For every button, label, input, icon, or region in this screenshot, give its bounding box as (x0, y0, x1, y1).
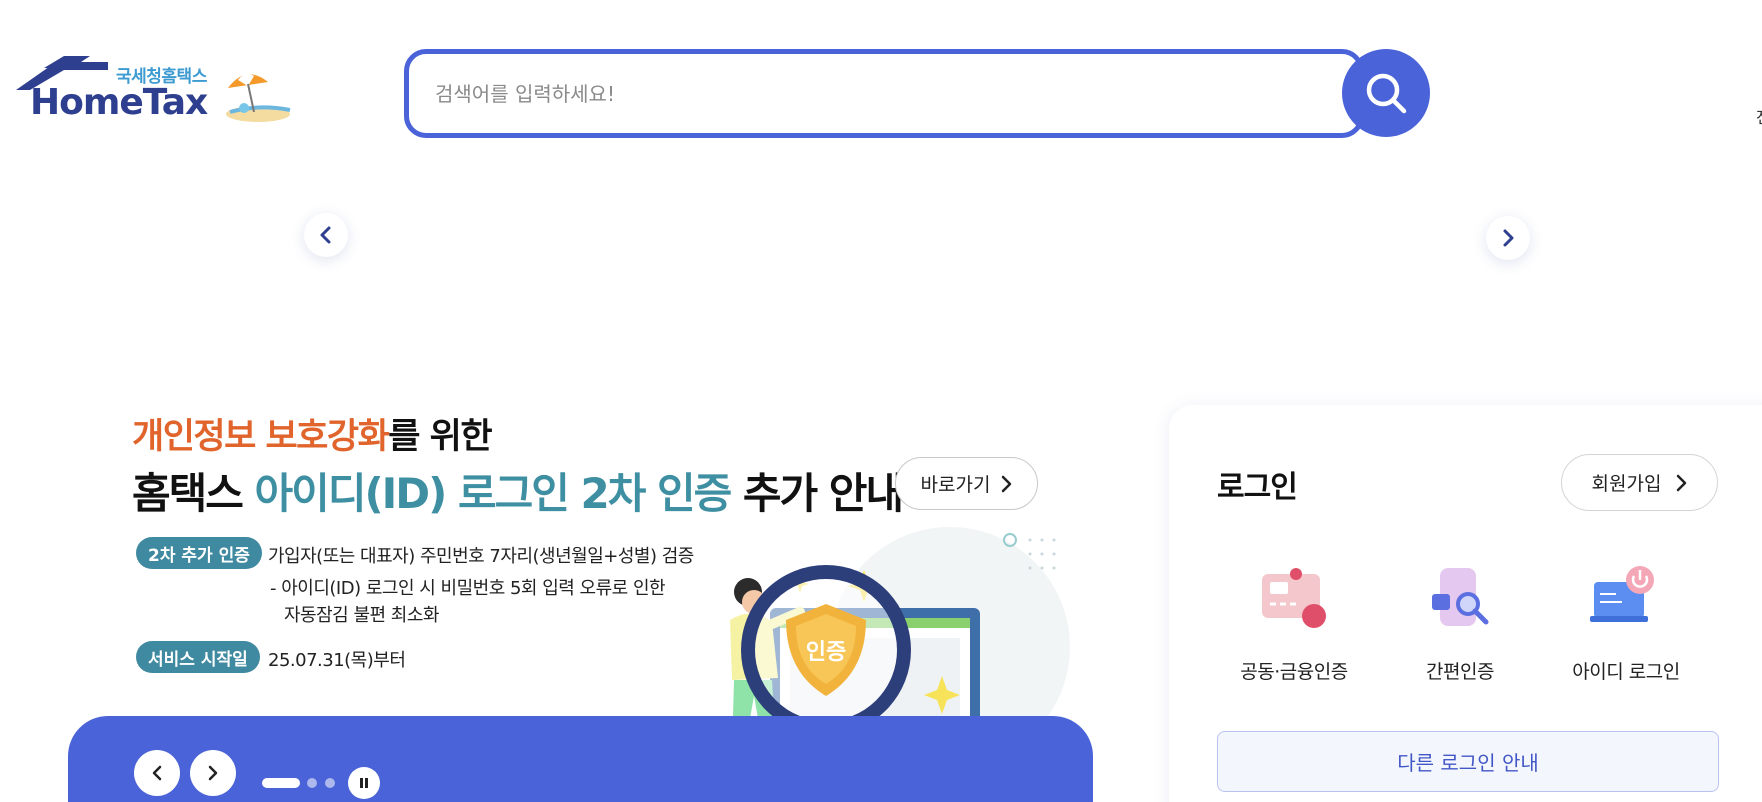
signup-label: 회원가입 (1591, 473, 1662, 495)
banner-pause-button[interactable] (348, 767, 380, 799)
banner-indicator[interactable] (307, 778, 317, 788)
login-title: 로그인 (1217, 470, 1298, 505)
headline-text: 를 위한 (388, 417, 492, 457)
option-label: 아이디 로그인 (1572, 661, 1680, 683)
auth-info-line: 가입자(또는 대표자) 주민번호 7자리(생년월일+성별) 검증 (268, 546, 694, 567)
auth-info-line: 자동잠김 불편 최소화 (284, 605, 439, 626)
auth-info-line: - 아이디(ID) 로그인 시 비밀번호 5회 입력 오류로 인한 (270, 578, 666, 599)
carousel-next-button[interactable] (1486, 216, 1530, 260)
banner-go-button[interactable]: 바로가기 (895, 457, 1038, 510)
carousel-prev-button[interactable] (304, 213, 348, 257)
banner-next-button[interactable] (190, 750, 236, 796)
other-login-guide-button[interactable]: 다른 로그인 안내 (1217, 731, 1719, 792)
search-button[interactable] (1342, 49, 1430, 137)
banner-prev-button[interactable] (134, 750, 180, 796)
logo-wordmark: HomeTax (30, 82, 208, 123)
option-label: 간편인증 (1426, 661, 1494, 683)
chevron-right-icon (1503, 229, 1514, 247)
headline-text: 추가 안내 (730, 469, 904, 518)
go-button-label: 바로가기 (920, 474, 991, 496)
search-icon (1366, 73, 1407, 114)
other-login-label: 다른 로그인 안내 (1397, 751, 1539, 775)
signup-button[interactable]: 회원가입 (1561, 454, 1718, 511)
certificate-card-icon (1262, 568, 1326, 628)
headline-text: 홈택스 (132, 469, 255, 518)
pause-icon (360, 778, 368, 788)
headline-highlight: 개인정보 보호강화 (132, 417, 390, 457)
chevron-left-icon (320, 226, 331, 244)
certificate-login-option[interactable]: 공동·금융인증 (1219, 560, 1369, 690)
search-box[interactable] (404, 49, 1364, 138)
banner-headline-2: 홈택스 아이디(ID) 로그인 2차 인증 추가 안내 (132, 460, 904, 521)
hometax-logo[interactable]: 국세청홈택스 HomeTax (16, 56, 296, 126)
chevron-left-icon (152, 765, 162, 781)
chevron-right-icon (1677, 474, 1687, 491)
header-edge-text[interactable]: 전 (1756, 104, 1762, 128)
chevron-right-icon (208, 765, 218, 781)
additional-auth-tag: 2차 추가 인증 (136, 537, 262, 569)
simple-auth-phone-icon (1432, 568, 1489, 626)
beach-umbrella-icon (226, 73, 291, 122)
shield-label: 인증 (806, 640, 846, 665)
id-login-option[interactable]: 아이디 로그인 (1551, 560, 1701, 690)
headline-highlight: 아이디(ID) 로그인 2차 인증 (254, 469, 733, 518)
service-start-tag: 서비스 시작일 (136, 641, 260, 673)
chevron-right-icon (1002, 475, 1012, 492)
banner-headline-1: 개인정보 보호강화를 위한 (132, 408, 493, 459)
service-start-date: 25.07.31(목)부터 (268, 650, 406, 671)
banner-indicator[interactable] (325, 778, 335, 788)
search-bar (404, 49, 1430, 138)
simple-auth-login-option[interactable]: 간편인증 (1385, 560, 1535, 690)
search-input[interactable] (435, 74, 1315, 114)
banner-indicator-active[interactable] (262, 778, 300, 788)
id-login-laptop-icon (1590, 566, 1654, 622)
option-label: 공동·금융인증 (1240, 661, 1348, 683)
